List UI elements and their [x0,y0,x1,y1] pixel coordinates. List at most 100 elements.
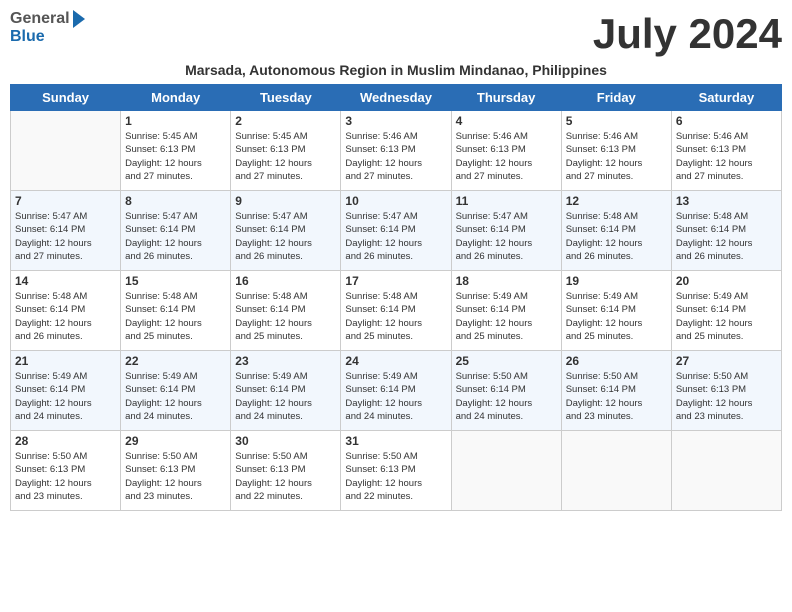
cell-daylight-info: Sunrise: 5:47 AMSunset: 6:14 PMDaylight:… [125,210,226,263]
table-row: 2 Sunrise: 5:45 AMSunset: 6:13 PMDaylight… [231,111,341,191]
cell-daylight-info: Sunrise: 5:49 AMSunset: 6:14 PMDaylight:… [345,370,446,423]
cell-daylight-info: Sunrise: 5:50 AMSunset: 6:13 PMDaylight:… [125,450,226,503]
day-number: 20 [676,274,777,288]
cell-daylight-info: Sunrise: 5:48 AMSunset: 6:14 PMDaylight:… [15,290,116,343]
cell-daylight-info: Sunrise: 5:47 AMSunset: 6:14 PMDaylight:… [345,210,446,263]
table-row: 8 Sunrise: 5:47 AMSunset: 6:14 PMDaylight… [121,191,231,271]
table-row: 16 Sunrise: 5:48 AMSunset: 6:14 PMDayligh… [231,271,341,351]
table-row: 10Sunrise: 5:47 AMSunset: 6:14 PMDayligh… [341,191,451,271]
cell-daylight-info: Sunrise: 5:50 AMSunset: 6:13 PMDaylight:… [676,370,777,423]
day-number: 2 [235,114,336,128]
table-row: 18 Sunrise: 5:49 AMSunset: 6:14 PMDayligh… [451,271,561,351]
cell-daylight-info: Sunrise: 5:49 AMSunset: 6:14 PMDaylight:… [235,370,336,423]
day-number: 26 [566,354,667,368]
day-number: 27 [676,354,777,368]
logo-blue: Blue [10,28,45,45]
cell-daylight-info: Sunrise: 5:50 AMSunset: 6:14 PMDaylight:… [566,370,667,423]
day-number: 6 [676,114,777,128]
logo-general: General [10,10,70,28]
col-friday: Friday [561,85,671,111]
day-number: 17 [345,274,446,288]
calendar-week-row: 7Sunrise: 5:47 AMSunset: 6:14 PMDaylight… [11,191,782,271]
day-number: 25 [456,354,557,368]
table-row [671,431,781,511]
day-number: 28 [15,434,116,448]
day-number: 3 [345,114,446,128]
day-number: 11 [456,194,557,208]
table-row: 31 Sunrise: 5:50 AMSunset: 6:13 PMDayligh… [341,431,451,511]
cell-daylight-info: Sunrise: 5:46 AMSunset: 6:13 PMDaylight:… [345,130,446,183]
col-tuesday: Tuesday [231,85,341,111]
day-number: 22 [125,354,226,368]
col-monday: Monday [121,85,231,111]
day-number: 24 [345,354,446,368]
col-wednesday: Wednesday [341,85,451,111]
cell-daylight-info: Sunrise: 5:50 AMSunset: 6:14 PMDaylight:… [456,370,557,423]
cell-daylight-info: Sunrise: 5:48 AMSunset: 6:14 PMDaylight:… [125,290,226,343]
table-row: 15 Sunrise: 5:48 AMSunset: 6:14 PMDayligh… [121,271,231,351]
cell-daylight-info: Sunrise: 5:49 AMSunset: 6:14 PMDaylight:… [125,370,226,423]
table-row [11,111,121,191]
cell-daylight-info: Sunrise: 5:49 AMSunset: 6:14 PMDaylight:… [15,370,116,423]
table-row: 28 Sunrise: 5:50 AMSunset: 6:13 PMDayligh… [11,431,121,511]
cell-daylight-info: Sunrise: 5:50 AMSunset: 6:13 PMDaylight:… [235,450,336,503]
cell-daylight-info: Sunrise: 5:45 AMSunset: 6:13 PMDaylight:… [235,130,336,183]
day-number: 15 [125,274,226,288]
page-container: General Blue July 2024 Marsada, Autonomo… [10,10,782,511]
day-number: 18 [456,274,557,288]
calendar-week-row: 28 Sunrise: 5:50 AMSunset: 6:13 PMDayligh… [11,431,782,511]
table-row: 14 Sunrise: 5:48 AMSunset: 6:14 PMDayligh… [11,271,121,351]
cell-daylight-info: Sunrise: 5:50 AMSunset: 6:13 PMDaylight:… [15,450,116,503]
cell-daylight-info: Sunrise: 5:48 AMSunset: 6:14 PMDaylight:… [345,290,446,343]
cell-daylight-info: Sunrise: 5:46 AMSunset: 6:13 PMDaylight:… [456,130,557,183]
table-row: 13 Sunrise: 5:48 AMSunset: 6:14 PMDayligh… [671,191,781,271]
table-row: 4Sunrise: 5:46 AMSunset: 6:13 PMDaylight… [451,111,561,191]
calendar-table: Sunday Monday Tuesday Wednesday Thursday… [10,84,782,511]
table-row: 17 Sunrise: 5:48 AMSunset: 6:14 PMDayligh… [341,271,451,351]
day-number: 1 [125,114,226,128]
table-row: 19Sunrise: 5:49 AMSunset: 6:14 PMDayligh… [561,271,671,351]
table-row: 21 Sunrise: 5:49 AMSunset: 6:14 PMDayligh… [11,351,121,431]
day-number: 14 [15,274,116,288]
day-number: 9 [235,194,336,208]
day-number: 29 [125,434,226,448]
col-saturday: Saturday [671,85,781,111]
day-number: 5 [566,114,667,128]
cell-daylight-info: Sunrise: 5:45 AMSunset: 6:13 PMDaylight:… [125,130,226,183]
day-number: 19 [566,274,667,288]
cell-daylight-info: Sunrise: 5:49 AMSunset: 6:14 PMDaylight:… [456,290,557,343]
table-row: 3 Sunrise: 5:46 AMSunset: 6:13 PMDaylight… [341,111,451,191]
cell-daylight-info: Sunrise: 5:47 AMSunset: 6:14 PMDaylight:… [456,210,557,263]
table-row: 5 Sunrise: 5:46 AMSunset: 6:13 PMDaylight… [561,111,671,191]
day-number: 12 [566,194,667,208]
cell-daylight-info: Sunrise: 5:50 AMSunset: 6:13 PMDaylight:… [345,450,446,503]
logo-arrow-icon [73,10,85,28]
table-row: 7Sunrise: 5:47 AMSunset: 6:14 PMDaylight… [11,191,121,271]
table-row [451,431,561,511]
calendar-week-row: 14 Sunrise: 5:48 AMSunset: 6:14 PMDayligh… [11,271,782,351]
cell-daylight-info: Sunrise: 5:46 AMSunset: 6:13 PMDaylight:… [566,130,667,183]
day-number: 8 [125,194,226,208]
calendar-week-row: 1 Sunrise: 5:45 AMSunset: 6:13 PMDaylight… [11,111,782,191]
day-number: 31 [345,434,446,448]
table-row: 26 Sunrise: 5:50 AMSunset: 6:14 PMDayligh… [561,351,671,431]
table-row: 27 Sunrise: 5:50 AMSunset: 6:13 PMDayligh… [671,351,781,431]
table-row: 25 Sunrise: 5:50 AMSunset: 6:14 PMDayligh… [451,351,561,431]
calendar-week-row: 21 Sunrise: 5:49 AMSunset: 6:14 PMDayligh… [11,351,782,431]
table-row: 29 Sunrise: 5:50 AMSunset: 6:13 PMDayligh… [121,431,231,511]
day-number: 13 [676,194,777,208]
day-number: 16 [235,274,336,288]
cell-daylight-info: Sunrise: 5:48 AMSunset: 6:14 PMDaylight:… [235,290,336,343]
col-sunday: Sunday [11,85,121,111]
calendar-subtitle: Marsada, Autonomous Region in Muslim Min… [10,62,782,78]
header: General Blue July 2024 [10,10,782,58]
table-row: 20Sunrise: 5:49 AMSunset: 6:14 PMDayligh… [671,271,781,351]
table-row: 1 Sunrise: 5:45 AMSunset: 6:13 PMDaylight… [121,111,231,191]
table-row: 30 Sunrise: 5:50 AMSunset: 6:13 PMDayligh… [231,431,341,511]
table-row: 22 Sunrise: 5:49 AMSunset: 6:14 PMDayligh… [121,351,231,431]
table-row: 24 Sunrise: 5:49 AMSunset: 6:14 PMDayligh… [341,351,451,431]
day-number: 21 [15,354,116,368]
cell-daylight-info: Sunrise: 5:48 AMSunset: 6:14 PMDaylight:… [676,210,777,263]
table-row: 11 Sunrise: 5:47 AMSunset: 6:14 PMDayligh… [451,191,561,271]
day-number: 30 [235,434,336,448]
